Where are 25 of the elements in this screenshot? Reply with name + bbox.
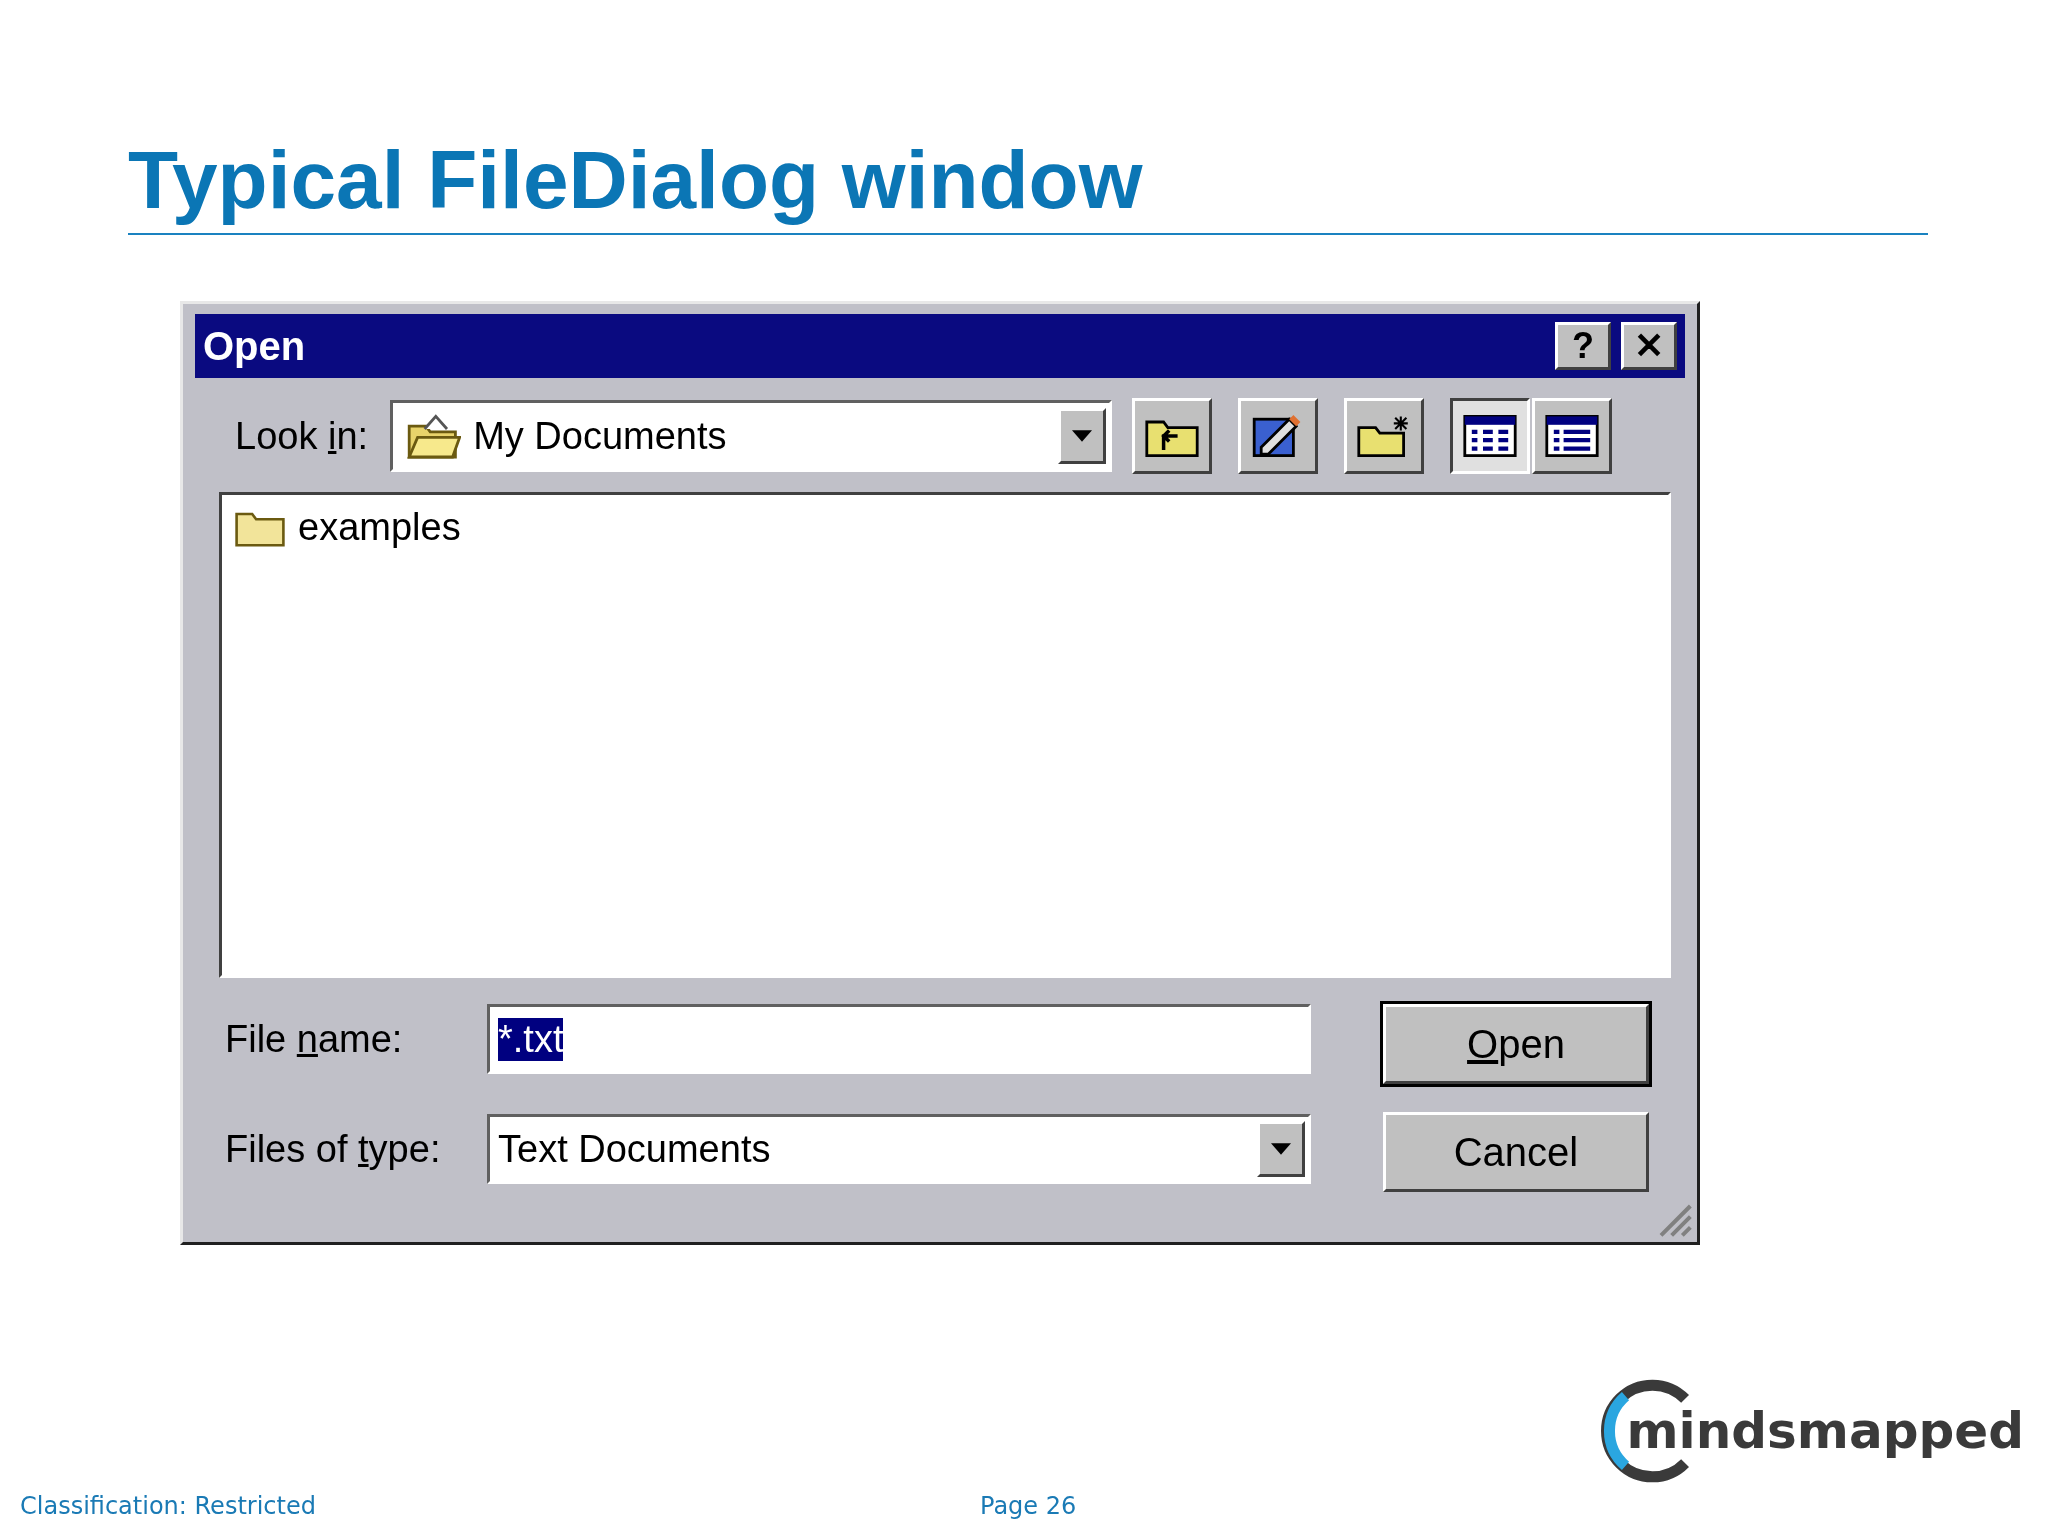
cancel-button[interactable]: Cancel: [1383, 1112, 1649, 1192]
file-type-label: Files of type:: [225, 1127, 442, 1171]
open-button[interactable]: Open: [1383, 1004, 1649, 1084]
close-button[interactable]: ✕: [1621, 322, 1677, 370]
folder-item[interactable]: examples: [230, 503, 465, 551]
look-in-label: Look in:: [235, 414, 369, 458]
desktop-button[interactable]: [1238, 398, 1319, 474]
file-name-field[interactable]: *.txt: [487, 1004, 1311, 1074]
file-type-dropdown[interactable]: Text Documents: [487, 1114, 1311, 1184]
list-view-button[interactable]: [1450, 398, 1531, 474]
details-view-icon: [1544, 413, 1601, 459]
new-folder-button[interactable]: [1344, 398, 1425, 474]
file-name-label: File name:: [225, 1017, 404, 1061]
window-title: Open: [203, 323, 306, 369]
page-number: Page 26: [980, 1492, 1077, 1520]
logo: mindsmapped: [1598, 1376, 2024, 1486]
look-in-dropdown[interactable]: My Documents: [390, 400, 1113, 472]
up-folder-button[interactable]: [1132, 398, 1213, 474]
slide-title: Typical FileDialog window: [128, 133, 1143, 227]
file-list[interactable]: examples: [219, 492, 1671, 978]
details-view-button[interactable]: [1532, 398, 1613, 474]
folder-icon: [405, 412, 462, 460]
help-button[interactable]: ?: [1555, 322, 1611, 370]
list-view-icon: [1462, 413, 1519, 459]
classification-text: Classification: Restricted: [20, 1492, 316, 1520]
